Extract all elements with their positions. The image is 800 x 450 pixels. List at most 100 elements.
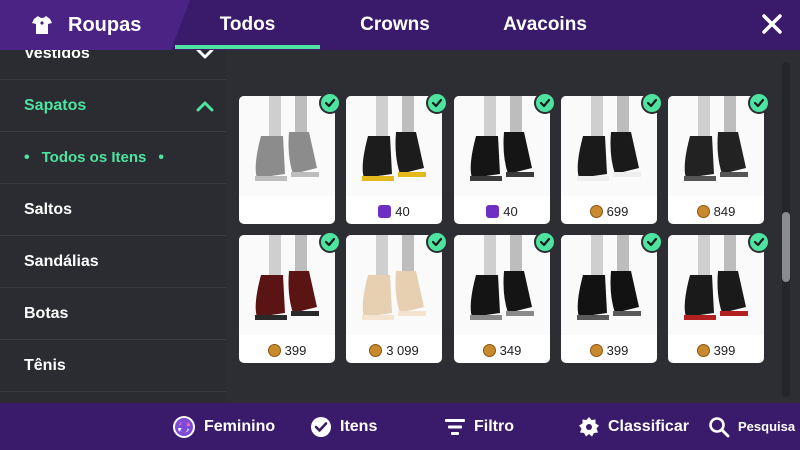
search-icon xyxy=(709,416,730,437)
owned-check-icon xyxy=(534,231,556,253)
tab-avacoins[interactable]: Avacoins xyxy=(470,0,620,50)
item-price: 40 xyxy=(346,203,442,219)
chevron-up-icon xyxy=(196,101,214,111)
avacoin-icon xyxy=(369,343,383,357)
scrollbar-thumb[interactable] xyxy=(782,212,790,282)
sidebar-item-vestidos[interactable]: Vestidos xyxy=(0,50,226,80)
sidebar-item-label: Todos os Itens xyxy=(41,149,147,166)
item-grid: 1 0993994039939940406998493993 099349399… xyxy=(226,50,800,403)
shoe-thumbnail xyxy=(577,235,641,320)
sidebar-item-label: Tênis xyxy=(24,356,66,374)
owned-check-icon xyxy=(426,231,448,253)
shoe-thumbnail xyxy=(577,96,641,181)
price-value: 399 xyxy=(284,342,307,358)
item-price: 699 xyxy=(561,203,657,219)
sort-badge-icon xyxy=(579,416,599,436)
tab-bar: Todos Crowns Avacoins xyxy=(175,0,620,50)
owned-check-icon xyxy=(748,92,770,114)
avacoin-icon xyxy=(696,204,710,218)
item-card[interactable]: 3 099 xyxy=(346,235,442,363)
active-tab-indicator xyxy=(175,45,320,49)
owned-check-icon xyxy=(641,92,663,114)
brand: Roupas xyxy=(0,0,190,50)
item-image xyxy=(346,96,442,196)
shoe-thumbnail xyxy=(470,235,534,320)
avacoin-icon xyxy=(482,343,496,357)
owned-check-icon xyxy=(319,231,341,253)
avacoin-icon xyxy=(267,343,281,357)
item-image xyxy=(668,96,764,196)
filter-icon xyxy=(445,418,465,435)
swap-gender-icon xyxy=(173,415,195,438)
close-icon[interactable] xyxy=(758,10,786,38)
bullet-icon: • xyxy=(158,148,164,166)
item-image xyxy=(454,235,550,335)
item-price: 349 xyxy=(454,342,550,358)
item-price: 399 xyxy=(239,342,335,358)
item-card[interactable]: 399 xyxy=(668,235,764,363)
owned-check-icon xyxy=(534,92,556,114)
item-price: 399 xyxy=(561,342,657,358)
sidebar-item-label: Saltos xyxy=(24,200,73,218)
bullet-icon: • xyxy=(24,148,30,166)
search-button[interactable]: Pesquisa xyxy=(708,403,795,450)
sidebar-item-tenis[interactable]: Tênis xyxy=(0,340,226,392)
item-price: 849 xyxy=(668,203,764,219)
search-label: Pesquisa xyxy=(738,419,796,434)
owned-check-icon xyxy=(426,92,448,114)
shoe-thumbnail xyxy=(362,235,426,320)
item-image xyxy=(561,235,657,335)
owned-check-icon xyxy=(748,231,770,253)
sort-button[interactable]: Classificar xyxy=(578,403,689,450)
item-card[interactable]: 40 xyxy=(454,96,550,224)
filter-button[interactable]: Filtro xyxy=(444,403,514,450)
item-card[interactable]: 399 xyxy=(561,235,657,363)
price-value: 349 xyxy=(499,342,522,358)
price-value: 849 xyxy=(713,203,736,219)
shoe-thumbnail xyxy=(255,96,319,181)
avacoin-icon xyxy=(589,343,603,357)
item-image xyxy=(454,96,550,196)
item-image xyxy=(239,235,335,335)
price-value: 699 xyxy=(606,203,629,219)
bottom-toolbar: Feminino Itens Filtro Classificar Pesqui… xyxy=(0,403,800,450)
item-card[interactable]: 399 xyxy=(239,235,335,363)
sidebar-item-botas[interactable]: Botas xyxy=(0,288,226,340)
owned-check-icon xyxy=(641,231,663,253)
sidebar-item-saltos[interactable]: Saltos xyxy=(0,184,226,236)
gender-label: Feminino xyxy=(204,417,276,435)
item-card[interactable]: 849 xyxy=(668,96,764,224)
item-card[interactable]: 349 xyxy=(454,235,550,363)
tab-crowns[interactable]: Crowns xyxy=(320,0,470,50)
sidebar-item-todos-os-itens[interactable]: • Todos os Itens • xyxy=(0,132,226,184)
item-card[interactable]: 699 xyxy=(561,96,657,224)
sidebar-item-sandalias[interactable]: Sandálias xyxy=(0,236,226,288)
item-card[interactable]: 40 xyxy=(346,96,442,224)
sidebar-item-label: Vestidos xyxy=(24,50,90,62)
items-label: Itens xyxy=(340,417,378,435)
items-button[interactable]: Itens xyxy=(310,403,377,450)
gender-button[interactable]: Feminino xyxy=(172,403,275,450)
price-value: 40 xyxy=(395,203,410,219)
avacoin-icon xyxy=(696,343,710,357)
item-price: 40 xyxy=(454,203,550,219)
shoe-thumbnail xyxy=(362,96,426,181)
owned-check-icon xyxy=(319,92,341,114)
crown-currency-icon xyxy=(486,204,500,218)
sidebar-item-label: Sapatos xyxy=(24,96,87,114)
price-value: 3 099 xyxy=(386,342,419,358)
check-circle-icon xyxy=(311,416,331,437)
shoe-thumbnail xyxy=(684,235,748,320)
tab-todos[interactable]: Todos xyxy=(175,0,320,50)
price-value: 40 xyxy=(503,203,518,219)
item-image xyxy=(346,235,442,335)
sidebar-item-label: Sandálias xyxy=(24,252,99,270)
item-price: 3 099 xyxy=(346,342,442,358)
top-bar: Roupas Todos Crowns Avacoins xyxy=(0,0,800,50)
item-image xyxy=(561,96,657,196)
crown-currency-icon xyxy=(378,204,392,218)
category-sidebar: Vestidos Sapatos • Todos os Itens • Salt… xyxy=(0,50,226,403)
filter-label: Filtro xyxy=(474,417,514,435)
sidebar-item-sapatos[interactable]: Sapatos xyxy=(0,80,226,132)
item-card[interactable] xyxy=(239,96,335,224)
